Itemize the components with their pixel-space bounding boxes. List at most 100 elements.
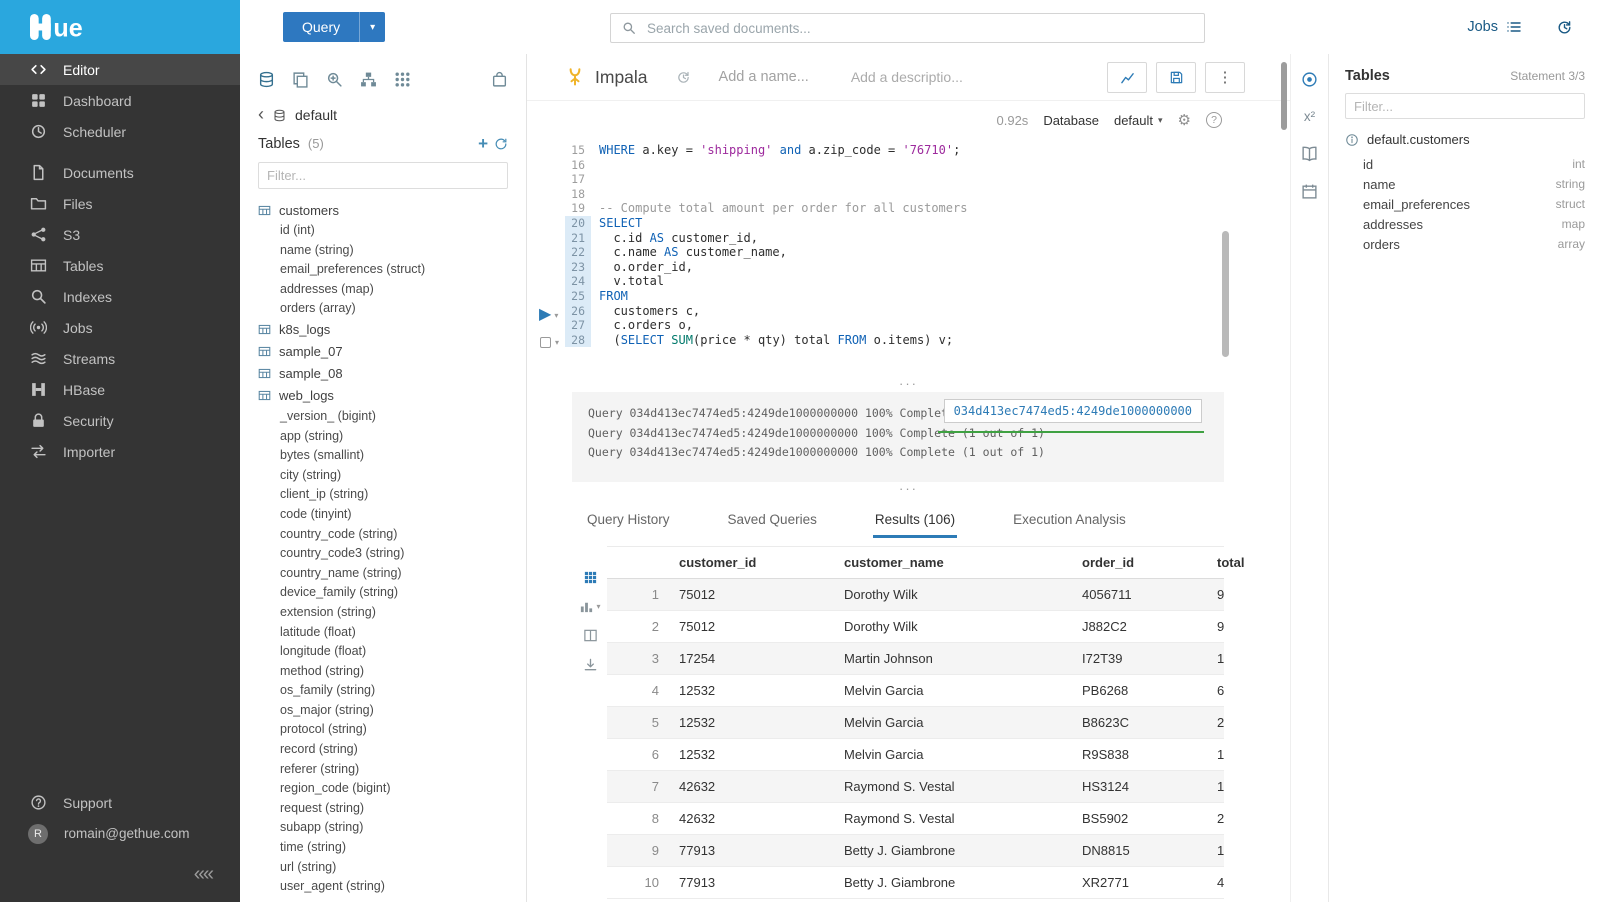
- databases-icon[interactable]: [258, 71, 275, 88]
- sidebar-item-files[interactable]: Files: [0, 188, 240, 219]
- sidebar-item-streams[interactable]: Streams: [0, 343, 240, 374]
- assist-column[interactable]: app (string): [240, 427, 526, 447]
- assist-filter-input[interactable]: [258, 162, 508, 189]
- tab-execution-analysis[interactable]: Execution Analysis: [1011, 506, 1128, 538]
- sidebar-item-documents[interactable]: Documents: [0, 157, 240, 188]
- settings-gear-icon[interactable]: ⚙: [1178, 111, 1191, 129]
- table-row[interactable]: 175012Dorothy Wilk4056711918: [607, 579, 1224, 611]
- main-scrollbar[interactable]: [1281, 62, 1287, 130]
- more-actions-button[interactable]: ⋮: [1205, 62, 1245, 93]
- assist-column[interactable]: client_ip (string): [240, 485, 526, 505]
- table-row[interactable]: 742632Raymond S. VestalHS31241944: [607, 771, 1224, 803]
- sidebar-item-hbase[interactable]: HBase: [0, 374, 240, 405]
- chart-view-icon[interactable]: [579, 599, 594, 614]
- sidebar-item-editor[interactable]: Editor: [0, 54, 240, 85]
- save-button[interactable]: [1156, 62, 1196, 93]
- editor-scrollbar[interactable]: [1222, 231, 1229, 357]
- global-search[interactable]: [610, 13, 1205, 43]
- search-plus-icon[interactable]: [326, 71, 343, 88]
- editor-assistant-icon[interactable]: [1301, 71, 1318, 88]
- query-name-field[interactable]: Add a name...: [719, 69, 809, 85]
- chart-options-caret-icon[interactable]: ▾: [596, 602, 600, 611]
- right-panel-column-name[interactable]: namestring: [1329, 174, 1601, 194]
- assist-column[interactable]: country_name (string): [240, 564, 526, 584]
- assist-column[interactable]: email_preferences (struct): [240, 260, 526, 280]
- results-header-order-id[interactable]: order_id: [1072, 547, 1207, 579]
- assist-table-customers[interactable]: customers: [240, 199, 526, 221]
- columns-view-icon[interactable]: [583, 628, 598, 643]
- storage-bag-icon[interactable]: [491, 71, 508, 88]
- resize-handle[interactable]: ···: [527, 482, 1290, 495]
- run-options-caret-icon[interactable]: ▾: [554, 311, 558, 320]
- help-icon[interactable]: ?: [1206, 112, 1222, 128]
- database-breadcrumb[interactable]: ‹ default: [240, 101, 526, 128]
- sessions-icon[interactable]: [1301, 183, 1318, 200]
- language-reference-icon[interactable]: [1301, 145, 1318, 162]
- assist-column[interactable]: code (tinyint): [240, 505, 526, 525]
- assist-column[interactable]: device_family (string): [240, 583, 526, 603]
- table-row[interactable]: 412532Melvin GarciaPB626868: [607, 675, 1224, 707]
- add-table-icon[interactable]: +: [478, 135, 488, 152]
- query-description-field[interactable]: Add a descriptio...: [851, 69, 963, 85]
- assist-column[interactable]: method (string): [240, 662, 526, 682]
- sidebar-item-indexes[interactable]: Indexes: [0, 281, 240, 312]
- assist-column[interactable]: os_major (string): [240, 701, 526, 721]
- explain-query-icon[interactable]: [540, 337, 551, 348]
- assist-column[interactable]: latitude (float): [240, 623, 526, 643]
- editor-code[interactable]: WHERE a.key = 'shipping' and a.zip_code …: [599, 143, 1210, 347]
- table-row[interactable]: 977913Betty J. GiambroneDN88151320: [607, 835, 1224, 867]
- assist-column[interactable]: addresses (map): [240, 280, 526, 300]
- hue-logo[interactable]: ue: [0, 0, 240, 54]
- right-panel-column-addresses[interactable]: addressesmap: [1329, 214, 1601, 234]
- sidebar-item-security[interactable]: Security: [0, 405, 240, 436]
- collapse-sidebar-button[interactable]: ««: [0, 849, 240, 892]
- assist-column[interactable]: referer (string): [240, 760, 526, 780]
- query-dropdown-caret[interactable]: ▾: [359, 12, 385, 42]
- table-row[interactable]: 842632Raymond S. VestalBS59022798: [607, 803, 1224, 835]
- assist-column[interactable]: time (string): [240, 838, 526, 858]
- assist-column[interactable]: record (string): [240, 740, 526, 760]
- assist-table-sample-08[interactable]: sample_08: [240, 363, 526, 385]
- download-icon[interactable]: [583, 657, 598, 672]
- table-row[interactable]: 275012Dorothy WilkJ882C296: [607, 611, 1224, 643]
- results-header-total[interactable]: total: [1207, 547, 1224, 579]
- assist-column[interactable]: bytes (smallint): [240, 446, 526, 466]
- active-table-entry[interactable]: default.customers: [1329, 119, 1601, 154]
- refresh-tables-icon[interactable]: [494, 137, 508, 151]
- right-panel-filter-input[interactable]: [1345, 93, 1585, 119]
- chart-button[interactable]: [1107, 62, 1147, 93]
- assist-column[interactable]: user_agent (string): [240, 877, 526, 897]
- grid-view-icon[interactable]: [583, 570, 598, 585]
- assist-column[interactable]: country_code3 (string): [240, 544, 526, 564]
- functions-icon[interactable]: x²: [1304, 109, 1315, 124]
- assist-column[interactable]: name (string): [240, 241, 526, 261]
- run-query-button[interactable]: ▶: [539, 307, 551, 323]
- assist-table-web-logs[interactable]: web_logs: [240, 385, 526, 407]
- search-input[interactable]: [645, 20, 1193, 37]
- query-id-tooltip[interactable]: 034d413ec7474ed5:4249de1000000000: [944, 399, 1202, 423]
- jobs-link[interactable]: Jobs: [1467, 19, 1522, 35]
- assist-column[interactable]: request (string): [240, 799, 526, 819]
- query-history-icon[interactable]: [1556, 19, 1573, 36]
- sidebar-item-scheduler[interactable]: Scheduler: [0, 116, 240, 147]
- assist-column[interactable]: extension (string): [240, 603, 526, 623]
- code-editor[interactable]: ▶ ▾ ▾ 1516171819202122232425262728 WHERE…: [527, 139, 1290, 377]
- assist-column[interactable]: region_code (bigint): [240, 779, 526, 799]
- tab-query-history[interactable]: Query History: [585, 506, 672, 538]
- assist-column[interactable]: url (string): [240, 858, 526, 878]
- query-button[interactable]: Query: [283, 12, 359, 42]
- assist-column[interactable]: city (string): [240, 466, 526, 486]
- assist-column[interactable]: protocol (string): [240, 720, 526, 740]
- right-panel-column-email-preferences[interactable]: email_preferencesstruct: [1329, 194, 1601, 214]
- info-icon[interactable]: [1345, 133, 1359, 147]
- tab-results-106[interactable]: Results (106): [873, 506, 957, 538]
- table-row[interactable]: 1077913Betty J. GiambroneXR27714315: [607, 867, 1224, 899]
- results-header-customer-id[interactable]: customer_id: [669, 547, 834, 579]
- assist-column[interactable]: id (int): [240, 221, 526, 241]
- apps-grid-icon[interactable]: [394, 71, 411, 88]
- resize-handle[interactable]: ···: [527, 377, 1290, 390]
- assist-column[interactable]: _version_ (bigint): [240, 407, 526, 427]
- table-row[interactable]: 512532Melvin GarciaB8623C2507: [607, 707, 1224, 739]
- assist-table-sample-07[interactable]: sample_07: [240, 341, 526, 363]
- sitemap-icon[interactable]: [360, 71, 377, 88]
